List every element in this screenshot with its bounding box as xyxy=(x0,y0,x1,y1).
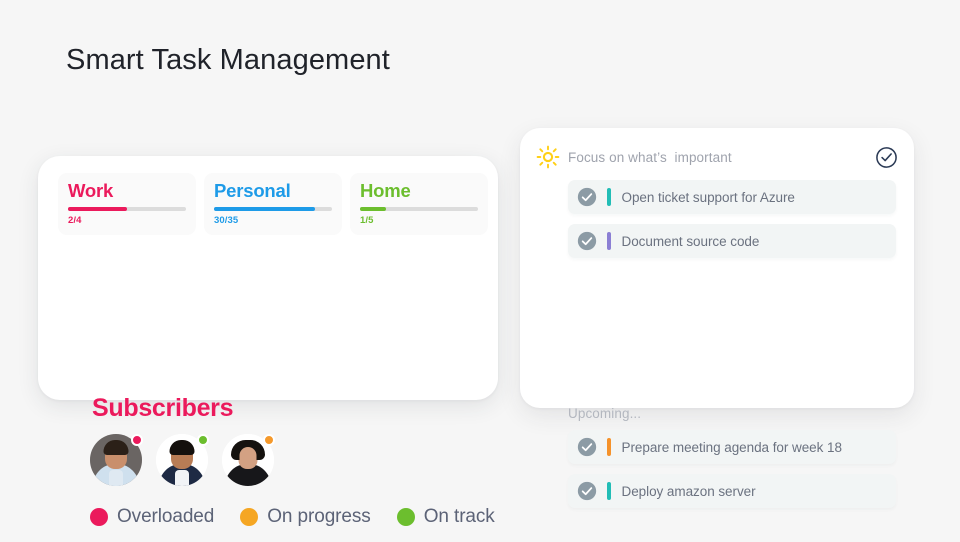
status-dot xyxy=(263,434,275,446)
category-name: Home xyxy=(360,180,411,201)
legend-item-overloaded: Overloaded xyxy=(90,506,214,528)
category-progress-row: Work 2/4 Personal 30/35 Home 1/5 xyxy=(58,173,488,235)
task-list-upcoming: Prepare meeting agenda for week 18 Deplo… xyxy=(568,430,896,518)
avatar[interactable] xyxy=(90,434,143,486)
category-progress-fill xyxy=(360,207,386,211)
upcoming-section-label: Upcoming... xyxy=(568,406,642,421)
legend-item-on-progress: On progress xyxy=(240,506,371,528)
legend-dot-icon xyxy=(90,508,108,526)
category-progress-track xyxy=(214,207,332,211)
category-name: Personal xyxy=(214,180,291,201)
page-title: Smart Task Management xyxy=(66,44,390,76)
check-circle-filled-icon[interactable] xyxy=(577,437,597,457)
task-label: Deploy amazon server xyxy=(621,483,756,499)
status-dot xyxy=(197,434,209,446)
task-color-bar xyxy=(607,188,611,206)
task-color-bar xyxy=(607,232,611,250)
category-name: Work xyxy=(68,180,114,201)
subscribers-heading: Subscribers xyxy=(92,394,234,422)
check-circle-filled-icon[interactable] xyxy=(577,231,597,251)
task-color-bar xyxy=(607,482,611,500)
legend-item-on-track: On track xyxy=(396,506,495,528)
focus-header: Focus on what’s important xyxy=(536,144,898,170)
category-progress-track xyxy=(68,207,186,211)
category-count: 1/5 xyxy=(360,214,374,226)
task-label: Prepare meeting agenda for week 18 xyxy=(621,439,843,455)
category-progress-track xyxy=(360,207,478,211)
avatar[interactable] xyxy=(156,434,209,486)
category-count: 30/35 xyxy=(214,214,239,226)
legend-dot-icon xyxy=(396,508,415,526)
task-label: Open ticket support for Azure xyxy=(621,189,795,205)
check-circle-filled-icon[interactable] xyxy=(577,481,597,501)
legend-label: Overloaded xyxy=(117,506,215,527)
check-circle-outline-icon[interactable] xyxy=(875,146,898,169)
legend-dot-icon xyxy=(240,508,259,526)
category-count: 2/4 xyxy=(68,214,82,226)
category-progress-fill xyxy=(68,207,127,211)
status-legend: Overloaded On progress On track xyxy=(90,506,521,528)
task-label: Document source code xyxy=(621,233,760,249)
sun-icon xyxy=(536,145,560,169)
task-item[interactable]: Document source code xyxy=(568,224,896,258)
task-color-bar xyxy=(607,438,611,456)
task-item[interactable]: Open ticket support for Azure xyxy=(568,180,896,214)
category-card-personal[interactable]: Personal 30/35 xyxy=(204,173,342,235)
check-circle-filled-icon[interactable] xyxy=(577,187,597,207)
category-progress-fill xyxy=(214,207,316,211)
task-list-focus: Open ticket support for Azure Document s… xyxy=(568,180,896,268)
overview-card: Work 2/4 Personal 30/35 Home 1/5 Subscri… xyxy=(38,156,498,527)
subscribers-avatar-row xyxy=(90,434,275,486)
task-item[interactable]: Deploy amazon server xyxy=(568,474,896,508)
task-item[interactable]: Prepare meeting agenda for week 18 xyxy=(568,430,896,464)
category-card-home[interactable]: Home 1/5 xyxy=(350,173,488,235)
focus-title: Focus on what’s important xyxy=(568,149,732,165)
focus-tasks-card: Focus on what’s important Open ticket su… xyxy=(520,128,914,508)
category-card-work[interactable]: Work 2/4 xyxy=(58,173,196,235)
avatar[interactable] xyxy=(222,434,275,486)
legend-label: On progress xyxy=(267,506,371,527)
status-dot xyxy=(131,434,143,446)
legend-label: On track xyxy=(423,506,495,527)
